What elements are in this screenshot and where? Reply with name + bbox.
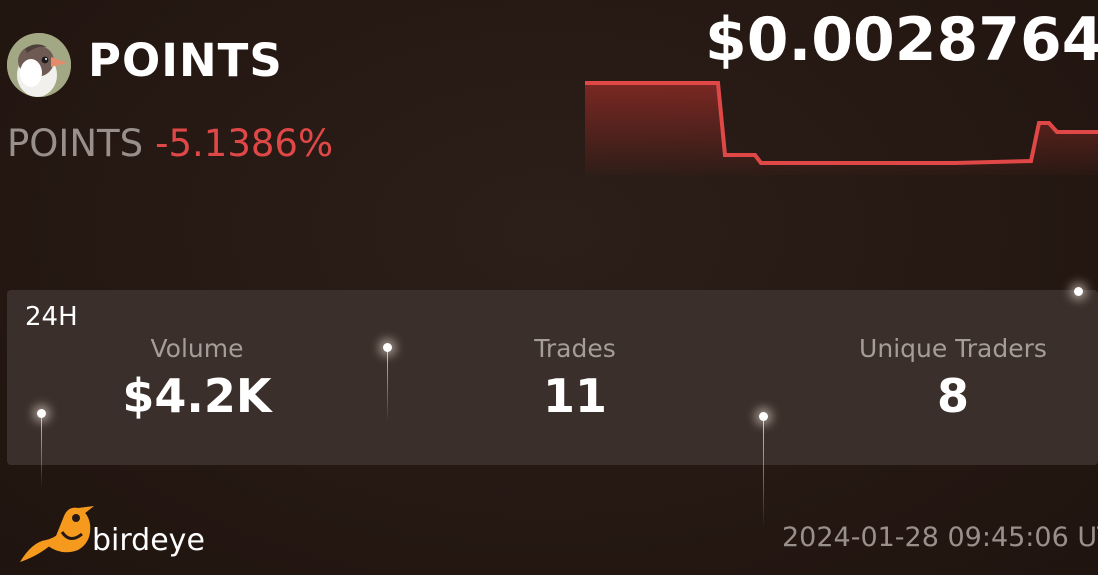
volume-stat: Volume $4.2K xyxy=(37,334,357,423)
token-price: $0.0028764 xyxy=(705,5,1098,75)
volume-label: Volume xyxy=(150,334,244,363)
traders-label: Unique Traders xyxy=(859,334,1047,363)
trades-stat: Trades 11 xyxy=(415,334,735,423)
stats-panel: 24H Volume $4.2K Trades 11 Unique Trader… xyxy=(7,290,1098,465)
timestamp: 2024-01-28 09:45:06 UTC xyxy=(782,522,1098,553)
price-change: -5.1386% xyxy=(155,122,334,165)
token-subtitle: POINTS -5.1386% xyxy=(7,122,333,165)
token-card: POINTS POINTS -5.1386% $0.0028764 24H Vol… xyxy=(0,0,1098,575)
volume-value: $4.2K xyxy=(122,369,272,423)
brand-name: birdeye xyxy=(92,522,205,558)
token-symbol: POINTS xyxy=(7,122,144,165)
trades-label: Trades xyxy=(534,334,616,363)
token-avatar-icon xyxy=(7,33,71,97)
traders-stat: Unique Traders 8 xyxy=(793,334,1098,423)
traders-value: 8 xyxy=(936,369,969,423)
token-name: POINTS xyxy=(88,34,283,87)
trades-value: 11 xyxy=(542,369,607,423)
period-label: 24H xyxy=(25,302,78,332)
price-sparkline xyxy=(585,81,1098,175)
birdeye-brand: birdeye xyxy=(18,505,205,565)
birdeye-logo-icon xyxy=(20,506,94,562)
